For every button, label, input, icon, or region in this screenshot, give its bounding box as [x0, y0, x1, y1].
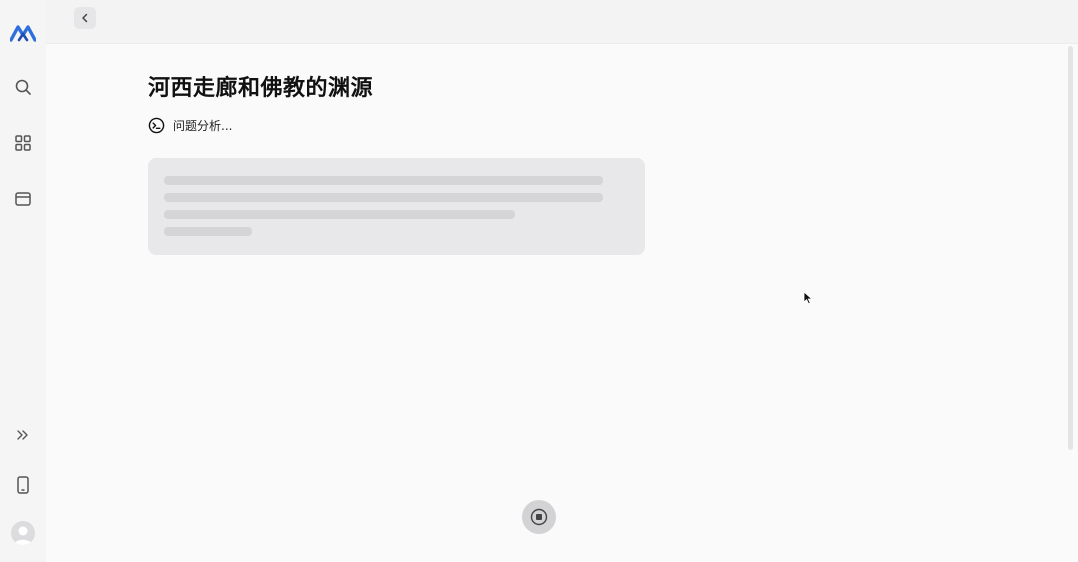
grid-icon [15, 135, 31, 151]
sidebar-item-window[interactable] [8, 184, 38, 214]
vertical-scrollbar[interactable] [1068, 46, 1073, 450]
double-chevron-right-icon [17, 430, 28, 440]
sidebar-expand-button[interactable] [8, 420, 38, 450]
stop-icon [530, 508, 548, 526]
page-title: 河西走廊和佛教的渊源 [148, 76, 374, 101]
avatar [11, 521, 35, 545]
brand-logo-icon [10, 25, 36, 42]
collapse-panel-button[interactable] [74, 7, 96, 29]
status-row: 问题分析... [148, 116, 232, 134]
skeleton-line [164, 227, 252, 236]
stop-generation-button[interactable] [522, 500, 556, 534]
user-avatar[interactable] [8, 518, 38, 548]
status-text: 问题分析... [173, 118, 233, 133]
phone-icon [17, 476, 29, 494]
chevron-left-icon [82, 13, 88, 23]
main-panel: 河西走廊和佛教的渊源 问题分析... [46, 43, 1078, 562]
terminal-icon [148, 117, 165, 133]
brand-logo[interactable] [8, 18, 38, 48]
mouse-cursor-icon [803, 291, 813, 305]
sidebar-item-search[interactable] [8, 72, 38, 102]
skeleton-line [164, 210, 515, 219]
window-icon [15, 192, 31, 206]
user-icon [14, 526, 32, 545]
skeleton-line [164, 176, 603, 185]
loading-skeleton [148, 158, 645, 255]
skeleton-line [164, 193, 603, 202]
sidebar [0, 0, 46, 561]
search-icon [15, 79, 31, 95]
sidebar-item-apps[interactable] [8, 128, 38, 158]
sidebar-item-mobile[interactable] [8, 470, 38, 500]
